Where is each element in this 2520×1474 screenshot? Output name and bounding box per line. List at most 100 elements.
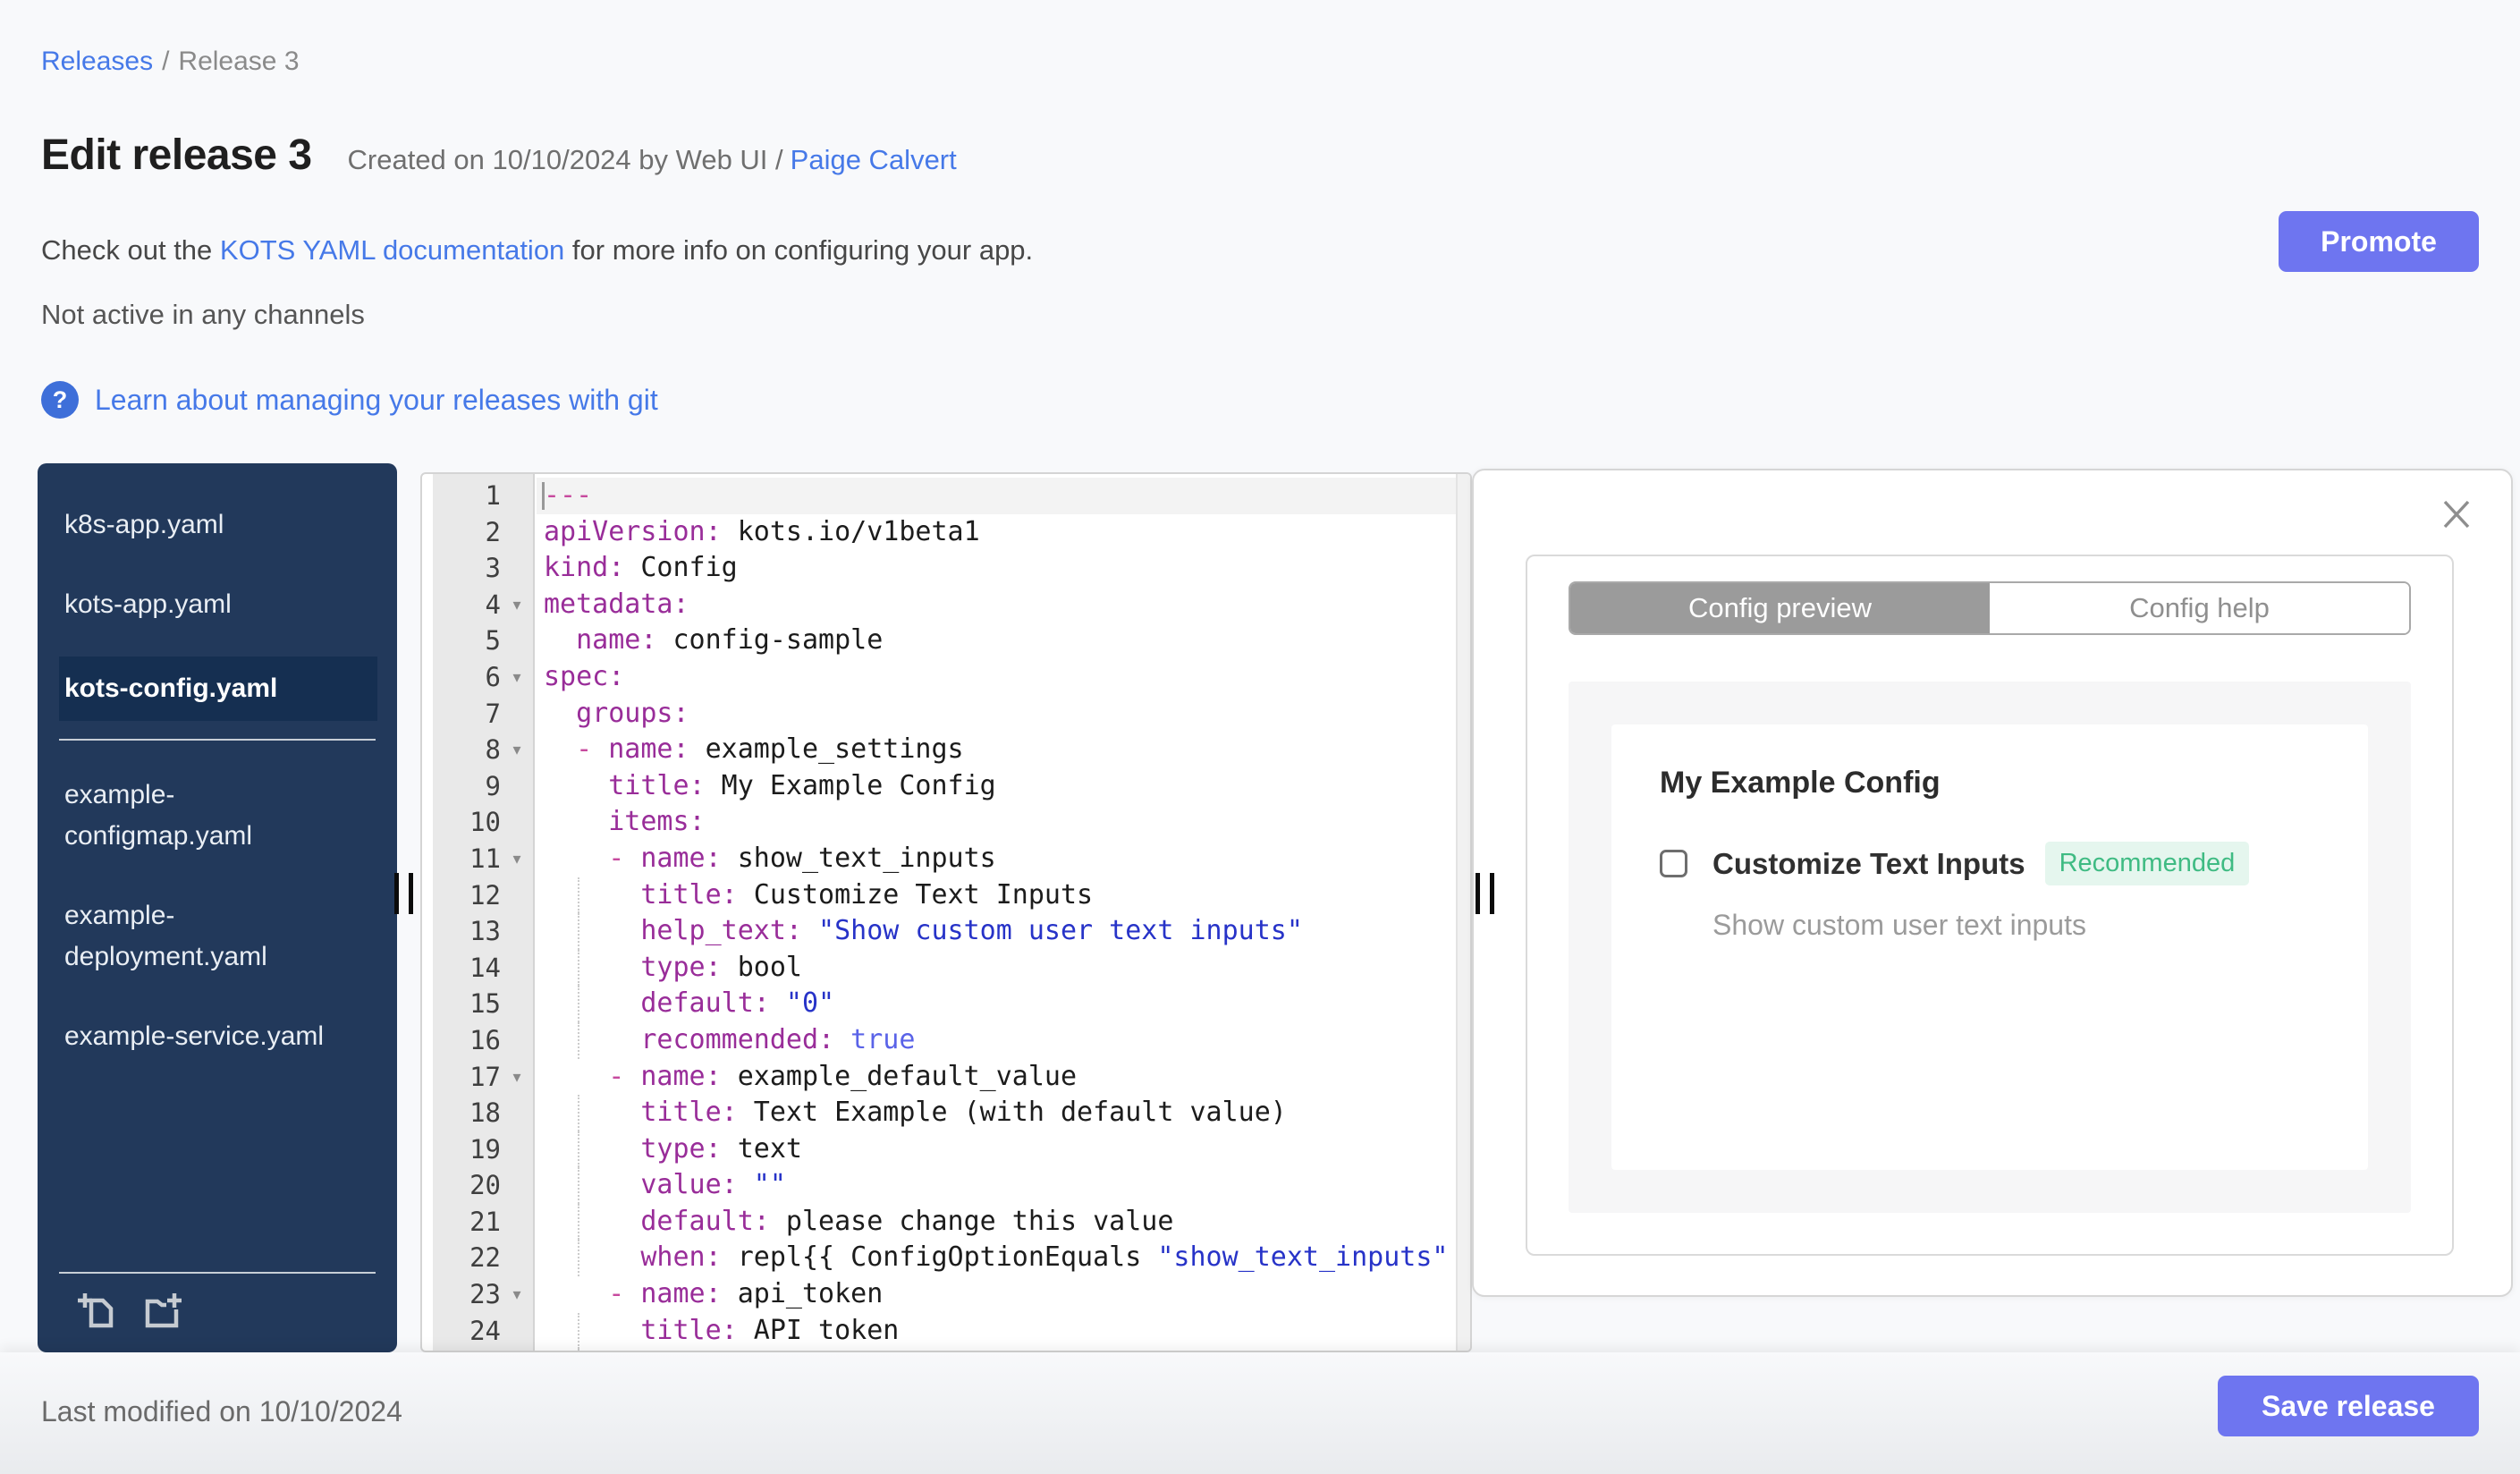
fold-arrow-icon[interactable]: ▾ [501, 732, 533, 768]
file-item-example-service-yaml[interactable]: example-service.yaml [59, 1009, 377, 1064]
page-title: Edit release 3 [41, 131, 312, 179]
code-line-8: 8 ▾ - name: example_settings [422, 732, 1456, 768]
line-number: 9 [485, 770, 501, 801]
line-number: 15 [469, 988, 501, 1020]
kots-docs-link[interactable]: KOTS YAML documentation [220, 234, 564, 266]
file-item-example-configmap-yaml[interactable]: example-configmap.yaml [59, 767, 377, 864]
fold-gutter [501, 550, 533, 587]
editor-code[interactable]: 1 --- 2 apiVersion: kots.io/v1beta1 3 kind: C… [422, 478, 1456, 1351]
promote-button[interactable]: Promote [2279, 211, 2479, 272]
line-number: 23 [469, 1279, 501, 1310]
customize-text-inputs-checkbox[interactable] [1660, 850, 1687, 877]
code-line-17: 17 ▾ - name: example_default_value [422, 1059, 1456, 1096]
fold-arrow-icon[interactable]: ▾ [501, 841, 533, 877]
help-icon: ? [41, 381, 79, 419]
line-number: 22 [469, 1242, 501, 1274]
yaml-editor[interactable]: 1 --- 2 apiVersion: kots.io/v1beta1 3 kind: C… [420, 472, 1472, 1352]
config-preview-container: Config preview Config help My Example Con… [1526, 555, 2454, 1256]
sidebar-footer [38, 1272, 397, 1352]
breadcrumb-releases-link[interactable]: Releases [41, 47, 153, 76]
last-modified: Last modified on 10/10/2024 [41, 1395, 402, 1427]
breadcrumb-separator: / [162, 47, 170, 76]
code-line-12: 12 title: Customize Text Inputs [422, 877, 1456, 914]
fold-arrow-icon[interactable]: ▾ [501, 659, 533, 696]
add-folder-icon[interactable] [141, 1290, 182, 1331]
channel-status: Not active in any channels [41, 299, 365, 330]
page: Releases / Release 3 Edit release 3 Create… [0, 0, 2520, 1474]
code-line-16: 16 recommended: true [422, 1021, 1456, 1059]
fold-gutter [501, 696, 533, 733]
file-item-kots-config-yaml[interactable]: kots-config.yaml [59, 657, 377, 721]
line-number: 19 [469, 1133, 501, 1165]
tab-config-preview[interactable]: Config preview [1570, 583, 1990, 633]
file-item-k8s-app-yaml[interactable]: k8s-app.yaml [59, 497, 377, 553]
code-line-6: 6 ▾ spec: [422, 659, 1456, 696]
code-line-3: 3 kind: Config [422, 550, 1456, 587]
preview-content-area: My Example Config Customize Text Inputs … [1569, 682, 2411, 1213]
line-number: 10 [469, 807, 501, 838]
line-number: 12 [469, 879, 501, 911]
line-number: 18 [469, 1097, 501, 1129]
code-line-15: 15 default: "0" [422, 986, 1456, 1022]
fold-gutter [501, 1240, 533, 1276]
fold-gutter [501, 913, 533, 950]
line-number: 7 [485, 698, 501, 729]
code-line-5: 5 name: config-sample [422, 623, 1456, 659]
line-number: 13 [469, 916, 501, 947]
line-number: 17 [469, 1061, 501, 1092]
author-link[interactable]: Paige Calvert [791, 144, 957, 175]
fold-gutter [501, 1204, 533, 1241]
code-line-21: 21 default: please change this value [422, 1203, 1456, 1241]
git-releases-link-label: Learn about managing your releases with … [95, 383, 658, 416]
fold-gutter [501, 514, 533, 551]
text-cursor [542, 482, 545, 510]
fold-gutter [501, 1095, 533, 1131]
add-file-icon[interactable] [77, 1290, 118, 1331]
code-line-10: 10 items: [422, 804, 1456, 841]
line-number: 21 [469, 1206, 501, 1237]
preview-tabs: Config preview Config help [1569, 581, 2411, 635]
code-line-20: 20 value: "" [422, 1167, 1456, 1204]
line-number: 1 [485, 480, 501, 511]
file-list: k8s-app.yaml kots-app.yaml kots-config.yam… [38, 497, 397, 1064]
code-line-2: 2 apiVersion: kots.io/v1beta1 [422, 514, 1456, 551]
fold-gutter [501, 623, 533, 659]
file-item-example-deployment-yaml[interactable]: example-deployment.yaml [59, 888, 377, 985]
option-help-text: Show custom user text inputs [1712, 909, 2086, 941]
fold-gutter [501, 478, 533, 514]
fold-gutter [501, 950, 533, 987]
save-release-button[interactable]: Save release [2218, 1376, 2479, 1436]
fold-gutter [501, 986, 533, 1022]
file-item-kots-app-yaml[interactable]: kots-app.yaml [59, 577, 377, 632]
line-number: 5 [485, 625, 501, 657]
sidebar-resize-handle[interactable] [394, 873, 423, 914]
fold-gutter [501, 768, 533, 805]
docs-line: Check out the KOTS YAML documentation fo… [41, 234, 1033, 267]
code-line-24: 24 title: API token [422, 1312, 1456, 1350]
code-line-4: 4 ▾ metadata: [422, 587, 1456, 623]
line-number: 16 [469, 1024, 501, 1055]
preview-resize-handle[interactable] [1476, 873, 1504, 914]
git-releases-link[interactable]: ? Learn about managing your releases wit… [41, 381, 658, 419]
config-card: My Example Config Customize Text Inputs … [1611, 724, 2368, 1170]
config-option-row: Customize Text Inputs Recommended [1660, 842, 2320, 885]
file-list-divider [59, 739, 376, 741]
fold-arrow-icon[interactable]: ▾ [501, 1276, 533, 1313]
code-line-22: 22 when: repl{{ ConfigOptionEquals "show… [422, 1240, 1456, 1276]
breadcrumb-current: Release 3 [178, 47, 300, 76]
fold-arrow-icon[interactable]: ▾ [501, 587, 533, 623]
line-number: 4 [485, 589, 501, 620]
editor-scrollbar[interactable] [1456, 474, 1470, 1351]
fold-arrow-icon[interactable]: ▾ [501, 1059, 533, 1096]
close-icon[interactable] [2438, 496, 2475, 533]
tab-config-help[interactable]: Config help [1990, 583, 2409, 633]
config-group-title: My Example Config [1660, 766, 1941, 800]
sidebar-footer-divider [59, 1272, 376, 1274]
recommended-badge: Recommended [2044, 842, 2250, 885]
breadcrumb: Releases / Release 3 [41, 47, 300, 77]
code-line-7: 7 groups: [422, 696, 1456, 733]
line-number: 6 [485, 661, 501, 692]
code-line-1: 1 --- [422, 478, 1456, 514]
line-number: 24 [469, 1315, 501, 1346]
fold-gutter [501, 877, 533, 914]
